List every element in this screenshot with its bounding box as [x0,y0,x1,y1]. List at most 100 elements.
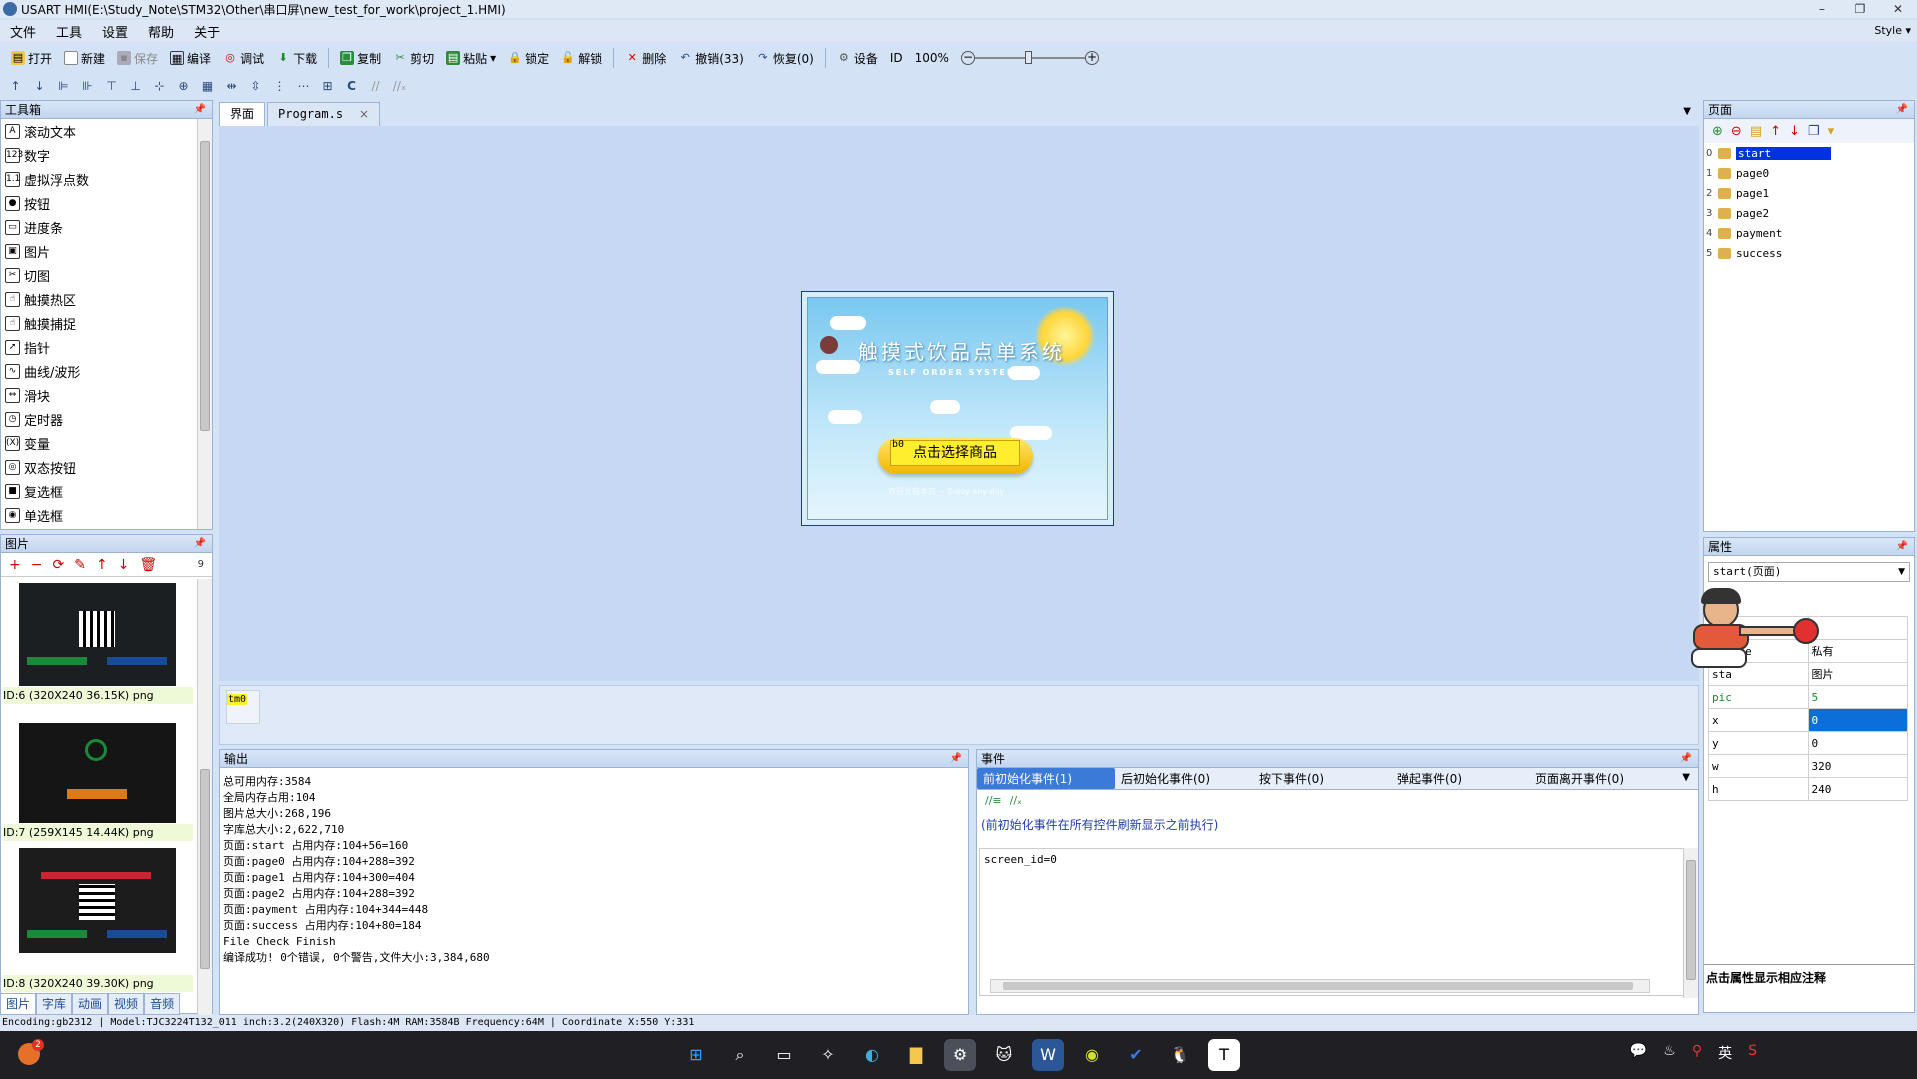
same-size-icon[interactable]: ▦ [200,79,215,94]
send-down-icon[interactable]: ↓ [32,79,47,94]
delete-page-icon[interactable]: ⊖ [1731,124,1742,139]
image-thumbnail[interactable] [19,723,176,823]
usart-hmi-icon[interactable]: ⚙ [944,1039,976,1071]
images-scrollbar[interactable] [197,579,212,1015]
object-selector[interactable]: start(页面) ▼ [1708,562,1910,582]
pin-icon[interactable]: 📌 [1896,101,1908,119]
property-value[interactable]: 0 [1807,708,1908,732]
chevron-down-icon[interactable]: ▼ [1682,772,1690,783]
same-height-icon[interactable]: ⇳ [248,79,263,94]
move-up-icon[interactable]: ↑ [1770,124,1781,139]
file-explorer-icon[interactable]: ▇ [900,1039,932,1071]
sogou-icon[interactable]: S [1748,1043,1757,1063]
menu-settings[interactable]: 设置 [92,22,138,41]
align-left-icon[interactable]: ⊫ [56,79,71,94]
toolbox-scrollbar[interactable] [197,119,212,529]
tab-animations[interactable]: 动画 [72,993,109,1015]
paste-button[interactable]: ▤ 粘贴 ▾ [441,47,501,69]
minimize-button[interactable]: – [1803,0,1841,18]
close-button[interactable]: ✕ [1879,0,1917,18]
page-item[interactable]: 2 page1 [1704,183,1914,203]
typora-icon[interactable]: T [1208,1039,1240,1071]
timer-control[interactable]: tm0 [226,690,260,724]
page-item[interactable]: 1 page0 [1704,163,1914,183]
pin-icon[interactable]: 📌 [1680,750,1692,768]
pin-icon[interactable]: 📌 [950,750,962,768]
zoom-in-icon[interactable]: + [1084,51,1099,65]
qq-icon[interactable]: 🐧 [1164,1039,1196,1071]
page-item[interactable]: 0 start [1704,143,1914,163]
cat-app-icon[interactable]: 🐱 [988,1039,1020,1071]
property-row[interactable]: x0 [1708,708,1908,732]
toolbox-item[interactable]: (X) 变量 [1,431,212,455]
comment-out-icon[interactable]: // [368,79,383,94]
word-icon[interactable]: W [1032,1039,1064,1071]
property-row[interactable]: pic 5 [1708,685,1908,709]
import-page-icon[interactable]: ▤ [1750,124,1762,139]
align-right-icon[interactable]: ⊪ [80,79,95,94]
zoom-slider[interactable]: − + [956,47,1104,69]
h-spacing-icon[interactable]: ⋮ [272,79,287,94]
tab-pre-init-event[interactable]: 前初始化事件(1) [977,768,1115,789]
more-icon[interactable]: ▾ [1828,124,1835,139]
toolbox-item[interactable]: ■ 复选框 [1,479,212,503]
image-label[interactable]: ID:8 (320X240 39.30K) png [3,975,193,992]
save-button[interactable]: ▪ 保存 [112,47,163,69]
tab-interface[interactable]: 界面 [219,102,266,126]
pin-icon[interactable]: 📌 [1896,538,1908,556]
close-icon[interactable]: × [359,103,369,126]
image-label[interactable]: ID:7 (259X145 14.44K) png [3,824,193,841]
tab-fonts[interactable]: 字库 [36,993,73,1015]
toolbox-item[interactable]: ◷ 定时器 [1,407,212,431]
property-row[interactable]: y0 [1708,731,1908,755]
redo-button[interactable]: ↷ 恢复(0) [751,47,819,69]
zoom-track[interactable] [974,51,1085,64]
start-icon[interactable]: ⊞ [680,1039,712,1071]
image-thumbnail[interactable] [19,848,176,953]
tab-release-event[interactable]: 弹起事件(0) [1391,768,1529,789]
add-image-icon[interactable]: + [9,557,21,573]
undo-button[interactable]: ↶ 撤销(33) [673,47,749,69]
tab-program[interactable]: Program.s × [267,102,381,126]
toolbox-item[interactable]: 123 数字 [1,143,212,167]
scroll-thumb[interactable] [200,769,210,969]
tab-page-leave-event[interactable]: 页面离开事件(0) [1529,768,1667,789]
page-item[interactable]: 5 success [1704,243,1914,263]
tray-app-icon[interactable]: ♨ [1663,1043,1676,1063]
toolbox-item[interactable]: ∿ 曲线/波形 [1,359,212,383]
property-row[interactable]: h 240 [1708,777,1908,801]
page-item[interactable]: 3 page2 [1704,203,1914,223]
ime-language[interactable]: 英 [1718,1043,1732,1063]
edge-icon[interactable]: ◐ [856,1039,888,1071]
copy-button[interactable]: ❐ 复制 [335,47,386,69]
property-value[interactable]: 0 [1807,731,1908,755]
align-top-icon[interactable]: ⊤ [104,79,119,94]
edit-image-icon[interactable]: ✎ [74,557,86,573]
bring-up-icon[interactable]: ↑ [8,79,23,94]
move-down-icon[interactable]: ↓ [1789,124,1800,139]
toolbox-item[interactable]: A 滚动文本 [1,119,212,143]
delete-all-icon[interactable]: 🗑 [139,557,157,573]
comment-out-icon[interactable]: //≡ [985,794,1002,807]
pin-icon[interactable]: 📌 [194,535,206,553]
zoom-out-icon[interactable]: − [960,51,975,65]
tab-press-event[interactable]: 按下事件(0) [1253,768,1391,789]
tab-post-init-event[interactable]: 后初始化事件(0) [1115,768,1253,789]
align-bottom-icon[interactable]: ⊥ [128,79,143,94]
copilot-icon[interactable]: ✧ [812,1039,844,1071]
style-menu[interactable]: Style ▾ [1874,24,1911,37]
pycharm-icon[interactable]: ◉ [1076,1039,1108,1071]
same-width-icon[interactable]: ⇹ [224,79,239,94]
chevron-down-icon[interactable]: ▾ [490,51,496,65]
id-toggle-button[interactable]: ID [885,47,908,69]
image-thumbnail[interactable] [19,583,176,686]
delete-button[interactable]: ✕ 删除 [620,47,671,69]
open-button[interactable]: ▤ 打开 [6,47,57,69]
scroll-thumb[interactable] [1003,982,1633,990]
chat-icon[interactable]: 💬 [1630,1043,1647,1063]
todo-icon[interactable]: ✔ [1120,1039,1152,1071]
tab-images[interactable]: 图片 [0,993,37,1015]
property-row[interactable]: w 320 [1708,754,1908,778]
hmi-screen[interactable]: 触摸式饮品点单系统 SELF ORDER SYSTEM 点击选择商品 b0 欢迎… [801,291,1114,526]
new-button[interactable]: 新建 [59,47,110,69]
